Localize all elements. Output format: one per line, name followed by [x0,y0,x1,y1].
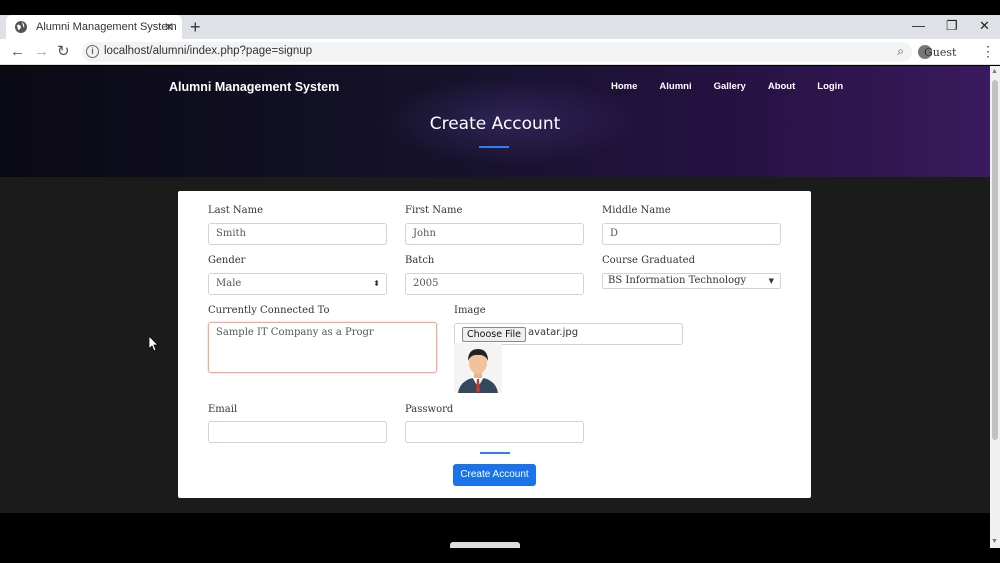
select-arrows-icon: ⬍ [373,279,380,288]
minimize-icon[interactable]: — [912,17,925,35]
course-select[interactable]: BS Information Technology ▼ [602,273,781,289]
first-name-input[interactable]: John [405,223,584,245]
scrollbar-thumb[interactable] [992,80,998,440]
email-input[interactable] [208,421,387,443]
site-brand[interactable]: Alumni Management System [169,80,339,94]
nav-home[interactable]: Home [611,81,637,92]
scroll-up-icon[interactable]: ▲ [991,68,998,75]
back-icon[interactable]: ← [10,43,25,61]
tab-close-icon[interactable]: ✕ [164,20,174,34]
connected-to-textarea[interactable]: Sample IT Company as a Progr [208,322,437,373]
browser-toolbar: ← → ↻ i localhost/alumni/index.php?page=… [0,39,1000,65]
restore-icon[interactable]: ❐ [946,17,958,35]
scroll-down-icon[interactable]: ▼ [991,538,998,545]
choose-file-button[interactable]: Choose File [462,327,526,342]
screen: Alumni Management System ✕ + — ❐ ✕ ← → ↻… [0,0,1000,563]
zoom-icon[interactable]: ⌕ [897,44,904,59]
last-name-label: Last Name [208,205,264,216]
last-name-input[interactable]: Smith [208,223,387,245]
profile-label: Guest [924,45,957,59]
window-close-icon[interactable]: ✕ [979,17,990,35]
gender-select[interactable]: Male ⬍ [208,273,387,295]
course-selected-value: BS Information Technology [608,275,747,286]
avatar-preview-image [454,343,502,393]
address-bar[interactable]: i localhost/alumni/index.php?page=signup… [82,42,912,62]
batch-label: Batch [405,255,435,266]
main-nav: Home Alumni Gallery About Login [611,81,865,92]
footer-heading-partial [450,542,520,548]
password-input[interactable] [405,421,584,443]
gender-selected-value: Male [216,278,242,289]
page-scrollbar[interactable]: ▲ ▼ [990,66,1000,548]
profile-button[interactable]: Guest [918,42,974,62]
connected-to-label: Currently Connected To [208,305,330,316]
address-url: localhost/alumni/index.php?page=signup [104,45,313,57]
new-tab-icon[interactable]: + [190,17,201,37]
globe-icon [15,21,27,33]
reload-icon[interactable]: ↻ [57,43,70,61]
password-label: Password [405,404,454,415]
signup-form-card: Last Name Smith First Name John Middle N… [178,191,811,498]
nav-alumni[interactable]: Alumni [659,81,691,92]
batch-input[interactable]: 2005 [405,273,584,295]
nav-login[interactable]: Login [817,81,843,92]
browser-menu-icon[interactable]: ⋮ [981,43,995,59]
site-info-icon[interactable]: i [86,45,99,58]
browser-tab-bar: Alumni Management System ✕ + — ❐ ✕ [0,15,1000,39]
nav-about[interactable]: About [768,81,795,92]
course-label: Course Graduated [602,255,695,266]
form-divider [480,452,510,454]
page-viewport: Alumni Management System Home Alumni Gal… [0,66,990,548]
create-account-button[interactable]: Create Account [453,464,536,486]
page-title: Create Account [429,114,561,134]
nav-gallery[interactable]: Gallery [714,81,746,92]
hero-header: Alumni Management System Home Alumni Gal… [0,66,990,177]
forward-icon[interactable]: → [34,43,49,61]
middle-name-input[interactable]: D [602,223,781,245]
selected-file-name: avatar.jpg [528,327,579,338]
email-label: Email [208,404,238,415]
image-file-input[interactable]: Choose File avatar.jpg [454,323,683,345]
browser-tab[interactable]: Alumni Management System ✕ [6,15,182,39]
gender-label: Gender [208,255,246,266]
middle-name-label: Middle Name [602,205,671,216]
image-label: Image [454,305,486,316]
title-underline [479,146,509,148]
mouse-cursor-icon [149,336,159,352]
first-name-label: First Name [405,205,463,216]
footer-section [0,513,990,548]
tab-title: Alumni Management System [36,21,177,33]
chevron-down-icon: ▼ [768,277,774,285]
